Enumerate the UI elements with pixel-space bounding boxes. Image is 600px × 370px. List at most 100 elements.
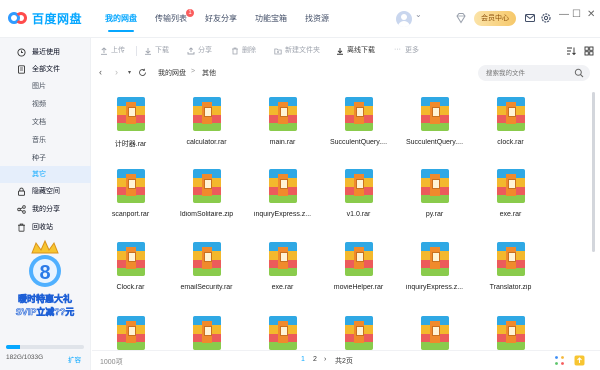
upload-queue-icon[interactable] [574, 355, 585, 366]
search-input[interactable] [486, 67, 571, 79]
expand-storage-link[interactable]: 扩容 [68, 354, 81, 364]
rar-archive-icon [421, 169, 449, 203]
app-logo[interactable]: 百度网盘 [8, 9, 82, 27]
file-item[interactable]: emailSecurity.rar [169, 233, 244, 305]
promo-banner[interactable]: 8 暖时特惠大礼 SVIP立减??元 [6, 239, 84, 323]
sort-icon[interactable] [566, 46, 576, 56]
rar-archive-icon [345, 316, 373, 350]
page-1-link[interactable]: 1 [301, 356, 305, 363]
nav-find-resources[interactable]: 找资源 [296, 0, 338, 38]
forward-icon[interactable]: › [115, 67, 118, 77]
address-bar: ‹ › ▾ 我的网盘 > 其他 [92, 63, 600, 83]
svg-text:8: 8 [39, 262, 50, 284]
clock-icon [17, 48, 26, 57]
next-page-link[interactable]: › [324, 356, 326, 363]
file-item[interactable]: Clock.rar [93, 233, 168, 305]
app-grid-icon[interactable] [554, 355, 565, 366]
file-item[interactable]: clock.rar [473, 88, 548, 160]
file-item[interactable]: py.rar [397, 160, 472, 232]
back-icon[interactable]: ‹ [99, 67, 102, 77]
sidebar-item-videos[interactable]: 视频 [0, 96, 91, 113]
search-icon[interactable] [574, 68, 584, 78]
delete-button[interactable]: 删除 [231, 45, 256, 57]
sidebar-item-torrents[interactable]: 种子 [0, 150, 91, 167]
rar-archive-icon [269, 169, 297, 203]
history-dropdown-icon[interactable]: ▾ [128, 69, 131, 76]
lock-icon [18, 187, 25, 196]
sidebar-item-recent[interactable]: 最近使用 [0, 44, 91, 61]
file-item[interactable]: v1.0.rar [321, 160, 396, 232]
rar-archive-icon [193, 169, 221, 203]
sidebar-item-hidden-space[interactable]: 隐藏空间 [0, 183, 91, 200]
new-folder-button[interactable]: 新建文件夹 [274, 45, 320, 57]
page-2-link[interactable]: 2 [313, 356, 317, 363]
nav-toolbox[interactable]: 功能宝箱 [246, 0, 296, 38]
sidebar-item-documents[interactable]: 文档 [0, 114, 91, 131]
file-item[interactable]: SucculentQuery.... [321, 88, 396, 160]
logo-icon [8, 9, 28, 27]
maximize-icon[interactable]: ☐ [572, 9, 581, 20]
file-item[interactable] [93, 307, 168, 350]
minimize-icon[interactable]: — [559, 9, 569, 20]
file-item[interactable]: movieHelper.rar [321, 233, 396, 305]
rar-archive-icon [269, 242, 297, 276]
file-grid: 计时器.rar calculator.rar main.rar SucculentQu… [92, 88, 588, 350]
rar-archive-icon [421, 316, 449, 350]
file-item[interactable]: exe.rar [473, 160, 548, 232]
download-button[interactable]: 下载 [144, 45, 169, 57]
file-item[interactable]: scanport.rar [93, 160, 168, 232]
rar-archive-icon [345, 97, 373, 131]
upload-icon [101, 47, 107, 55]
file-name: emailSecurity.rar [180, 284, 233, 291]
user-menu-caret[interactable]: ⌄ [415, 10, 422, 19]
sidebar-item-images[interactable]: 图片 [0, 78, 91, 95]
upload-button[interactable]: 上传 [100, 45, 125, 57]
share-button[interactable]: 分享 [187, 45, 212, 57]
file-item[interactable] [473, 307, 548, 350]
file-item[interactable]: SucculentQuery.... [397, 88, 472, 160]
search-box[interactable] [478, 65, 590, 81]
mail-icon[interactable] [524, 12, 536, 24]
file-item[interactable] [245, 307, 320, 350]
sidebar-item-my-share[interactable]: 我的分享 [0, 201, 91, 218]
avatar[interactable] [396, 11, 412, 27]
file-item[interactable]: inquiryExpress.z... [245, 160, 320, 232]
close-icon[interactable]: ✕ [587, 9, 595, 20]
file-item[interactable]: exe.rar [245, 233, 320, 305]
file-item[interactable]: Translator.zip [473, 233, 548, 305]
nav-friend-share[interactable]: 好友分享 [196, 0, 246, 38]
sidebar-item-all-files[interactable]: 全部文件 [0, 61, 91, 78]
file-item[interactable] [169, 307, 244, 350]
breadcrumb-my-disk[interactable]: 我的网盘 [158, 68, 186, 78]
scrollbar-thumb[interactable] [592, 92, 595, 252]
file-item[interactable] [397, 307, 472, 350]
gear-icon[interactable] [540, 12, 552, 24]
refresh-icon[interactable] [138, 68, 147, 77]
file-toolbar: 上传 下载 分享 删除 新建文件夹 离线下载 ··· 更多 [92, 39, 600, 63]
file-item[interactable]: calculator.rar [169, 88, 244, 160]
file-item[interactable]: IdiomSolitaire.zip [169, 160, 244, 232]
offline-download-button[interactable]: 离线下载 [336, 45, 375, 57]
rar-archive-icon [117, 169, 145, 203]
more-button[interactable]: ··· 更多 [394, 45, 419, 57]
member-center-button[interactable]: 会员中心 [474, 11, 516, 26]
diamond-icon[interactable] [455, 12, 467, 24]
nav-transfer-list[interactable]: 传输列表 1 [146, 0, 196, 38]
rar-archive-icon [421, 97, 449, 131]
sidebar-item-music[interactable]: 音乐 [0, 132, 91, 149]
sidebar: 最近使用 全部文件 图片 视频 文档 音乐 种子 其它 隐藏空间 我的分享 回收… [0, 38, 91, 370]
storage-usage-fill [6, 345, 20, 349]
main-nav: 我的网盘 传输列表 1 好友分享 功能宝箱 找资源 [96, 0, 338, 38]
file-item[interactable]: main.rar [245, 88, 320, 160]
file-item[interactable]: 计时器.rar [93, 88, 168, 160]
grid-view-icon[interactable] [584, 46, 594, 56]
file-item[interactable] [321, 307, 396, 350]
file-name: 计时器.rar [114, 141, 147, 148]
share-icon [187, 47, 195, 55]
file-name: main.rar [269, 139, 296, 146]
sidebar-item-recycle-bin[interactable]: 回收站 [0, 219, 91, 236]
sidebar-item-other[interactable]: 其它 [0, 166, 91, 183]
rar-archive-icon [269, 97, 297, 131]
nav-my-disk[interactable]: 我的网盘 [96, 0, 146, 38]
file-item[interactable]: inquiryExpress.z... [397, 233, 472, 305]
